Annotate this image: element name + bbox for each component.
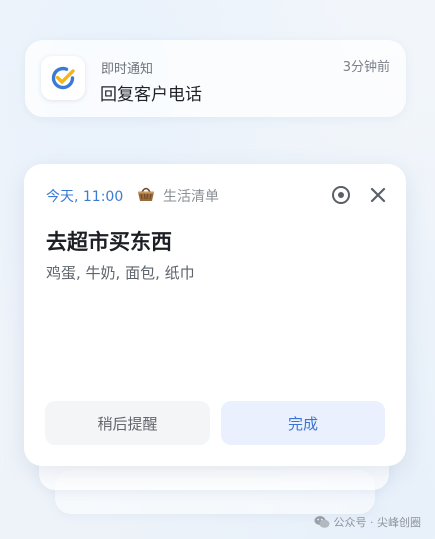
reminder-description: 鸡蛋, 牛奶, 面包, 纸巾 bbox=[46, 264, 195, 282]
notification-body: 回复客户电话 bbox=[100, 85, 202, 105]
watermark-text: 公众号 · 尖峰创圈 bbox=[333, 516, 422, 529]
reminder-card: 今天, 11:00 生活清单 去超市买东西 鸡蛋, 牛奶, 面包, 纸巾 稍后提… bbox=[24, 164, 406, 466]
ticktick-check-icon bbox=[41, 56, 85, 100]
snooze-button[interactable]: 稍后提醒 bbox=[45, 401, 210, 445]
wechat-icon bbox=[314, 516, 329, 528]
notification-title: 即时通知 bbox=[101, 62, 154, 77]
reminder-title: 去超市买东西 bbox=[46, 230, 172, 254]
focus-target-icon[interactable] bbox=[330, 184, 352, 206]
notification-time: 3分钟前 bbox=[342, 60, 390, 75]
close-icon[interactable] bbox=[367, 184, 389, 206]
watermark: 公众号 · 尖峰创圈 bbox=[314, 514, 422, 530]
basket-icon bbox=[138, 187, 154, 201]
reminder-time: 今天, 11:00 bbox=[46, 189, 124, 205]
done-button[interactable]: 完成 bbox=[221, 401, 385, 445]
reminder-list-name: 生活清单 bbox=[163, 189, 219, 205]
notification-banner[interactable]: 即时通知 3分钟前 回复客户电话 bbox=[25, 40, 406, 117]
